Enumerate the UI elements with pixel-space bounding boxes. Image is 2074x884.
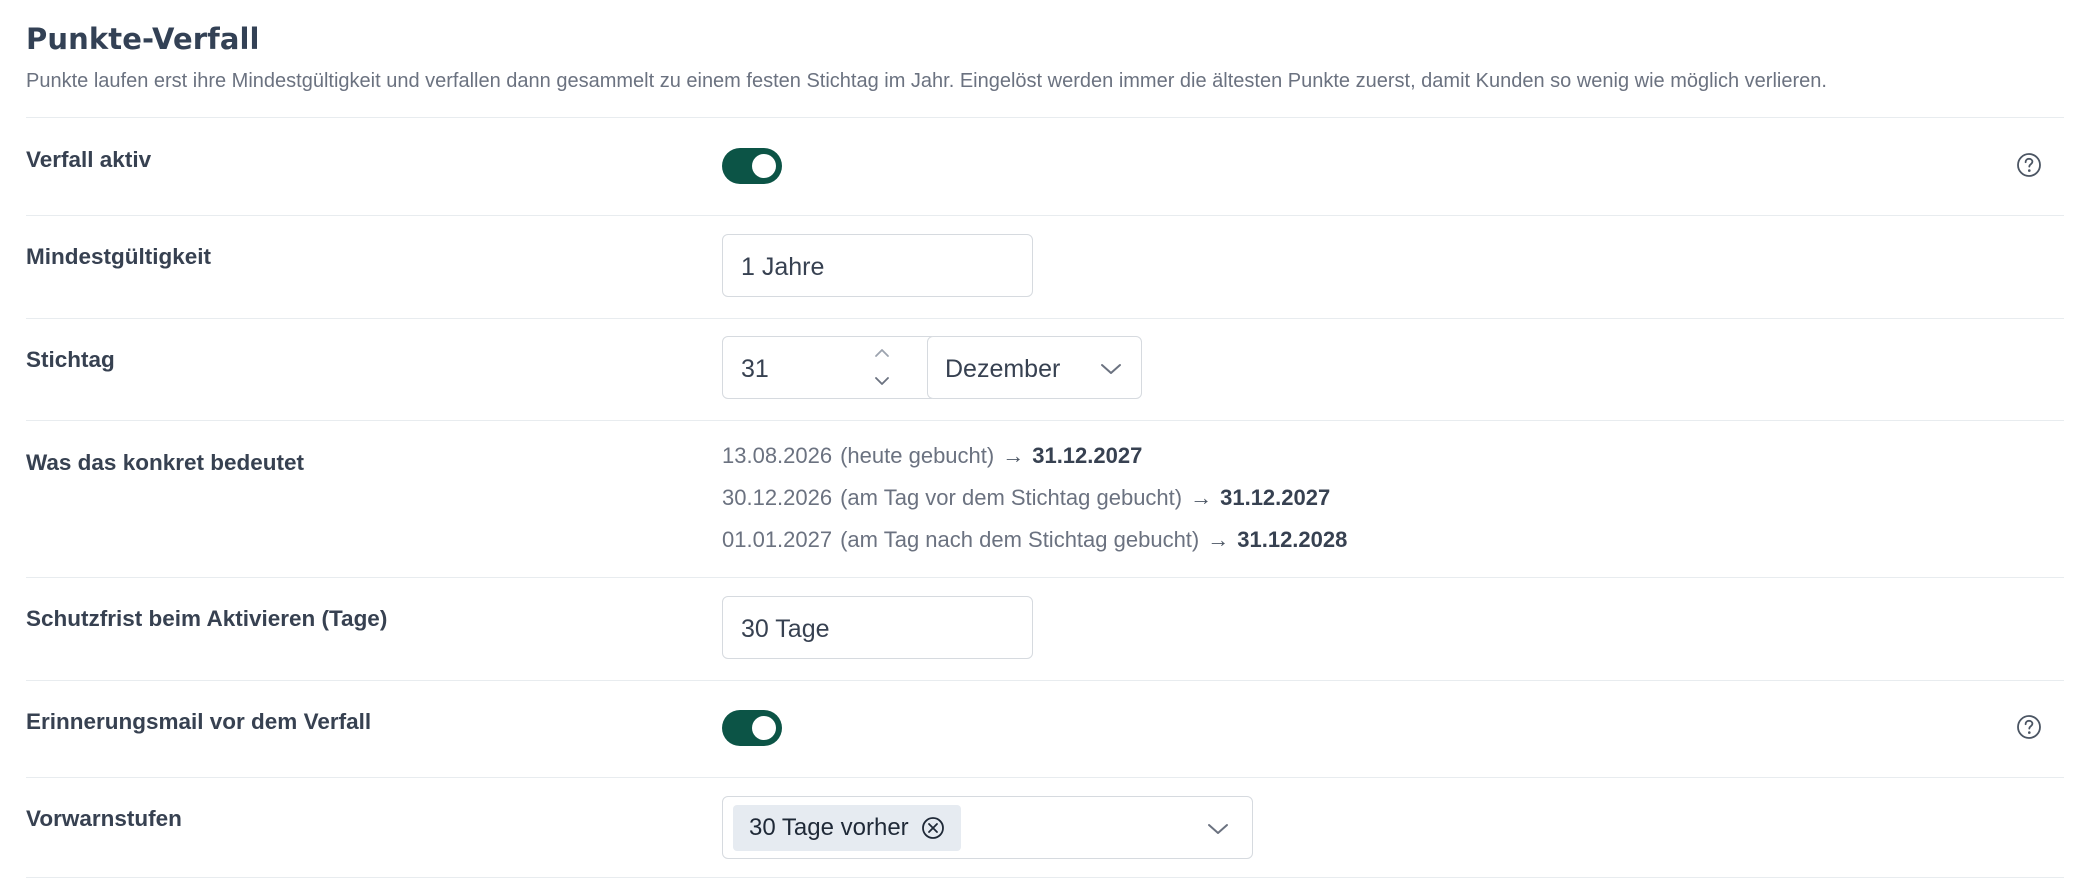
example-note: (heute gebucht) xyxy=(840,443,995,468)
schutzfrist-value: 30 Tage xyxy=(741,615,830,643)
example-line: 13.08.2026 (heute gebucht) → 31.12.2027 xyxy=(722,443,1142,469)
arrow-right-icon: → xyxy=(1207,527,1230,552)
schutzfrist-label: Schutzfrist beim Aktivieren (Tage) xyxy=(26,606,388,631)
erinnerungsmail-toggle[interactable] xyxy=(722,710,782,746)
divider xyxy=(26,680,2064,681)
close-circle-icon[interactable] xyxy=(921,816,945,840)
divider xyxy=(26,215,2064,216)
chevron-down-icon[interactable] xyxy=(1207,822,1229,836)
example-line: 30.12.2026 (am Tag vor dem Stichtag gebuc… xyxy=(722,485,1330,511)
toggle-knob xyxy=(752,716,776,740)
mindestgueltigkeit-label: Mindestgültigkeit xyxy=(26,244,211,269)
stichtag-month-select[interactable]: Dezember xyxy=(927,336,1142,399)
vorwarnstufen-label: Vorwarnstufen xyxy=(26,806,182,831)
vorwarnstufen-multiselect[interactable]: 30 Tage vorher xyxy=(722,796,1253,859)
arrow-right-icon: → xyxy=(1190,485,1213,510)
divider xyxy=(26,318,2064,319)
chevron-up-icon[interactable] xyxy=(873,347,891,359)
divider xyxy=(26,877,2064,878)
toggle-knob xyxy=(752,154,776,178)
help-circle-icon[interactable] xyxy=(2016,714,2042,740)
example-date: 13.08.2026 xyxy=(722,443,833,468)
example-note: (am Tag vor dem Stichtag gebucht) xyxy=(840,485,1183,510)
stichtag-label: Stichtag xyxy=(26,347,115,372)
divider xyxy=(26,577,2064,578)
chevron-down-icon xyxy=(1101,364,1121,374)
example-date: 01.01.2027 xyxy=(722,527,833,552)
verfall-aktiv-toggle[interactable] xyxy=(722,148,782,184)
mindestgueltigkeit-value: 1 Jahre xyxy=(741,253,825,281)
divider xyxy=(26,777,2064,778)
example-note: (am Tag nach dem Stichtag gebucht) xyxy=(840,527,1200,552)
divider xyxy=(26,420,2064,421)
chevron-down-icon[interactable] xyxy=(873,375,891,387)
schutzfrist-input[interactable]: 30 Tage xyxy=(722,596,1033,659)
arrow-right-icon: → xyxy=(1002,443,1025,468)
stichtag-day-value: 31 xyxy=(741,355,769,383)
tag-label: 30 Tage vorher xyxy=(749,814,909,841)
section-title: Punkte-Verfall xyxy=(26,22,260,56)
example-line: 01.01.2027 (am Tag nach dem Stichtag gebu… xyxy=(722,527,1347,553)
divider xyxy=(26,117,2064,118)
erinnerungsmail-label: Erinnerungsmail vor dem Verfall xyxy=(26,709,372,734)
example-result: 31.12.2028 xyxy=(1237,527,1348,552)
punkte-verfall-panel: Punkte-Verfall Punkte laufen erst ihre M… xyxy=(0,0,2074,884)
mindestgueltigkeit-input[interactable]: 1 Jahre xyxy=(722,234,1033,297)
bedeutung-label: Was das konkret bedeutet xyxy=(26,450,304,475)
example-result: 31.12.2027 xyxy=(1220,485,1331,510)
verfall-aktiv-label: Verfall aktiv xyxy=(26,147,152,172)
help-circle-icon[interactable] xyxy=(2016,152,2042,178)
stichtag-day-stepper[interactable]: 31 xyxy=(722,336,932,399)
tag-chip: 30 Tage vorher xyxy=(733,805,961,851)
stichtag-month-value: Dezember xyxy=(945,355,1061,383)
example-date: 30.12.2026 xyxy=(722,485,833,510)
example-result: 31.12.2027 xyxy=(1032,443,1143,468)
section-description: Punkte laufen erst ihre Mindestgültigkei… xyxy=(26,70,1827,92)
